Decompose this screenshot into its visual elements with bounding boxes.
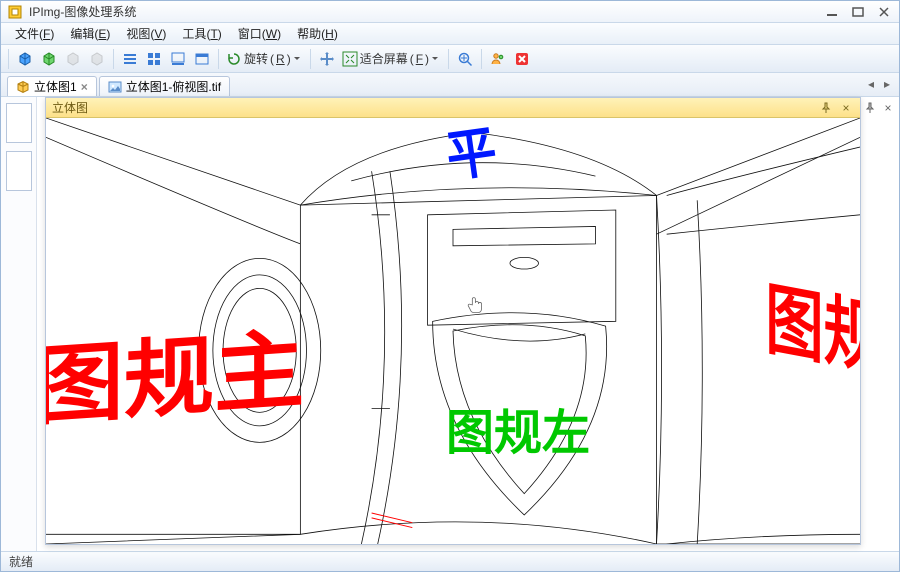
- minimize-button[interactable]: [823, 5, 841, 19]
- menu-help[interactable]: 帮助(H): [289, 23, 346, 44]
- users-icon[interactable]: [487, 48, 509, 70]
- zoom-in-icon[interactable]: [454, 48, 476, 70]
- rotate-dropdown[interactable]: 旋转(R): [224, 50, 305, 67]
- menu-window[interactable]: 窗口(W): [230, 23, 289, 44]
- float-panel-titlebar[interactable]: 立体图 ×: [46, 98, 860, 118]
- tab-nav-arrows: ◂ ▸: [865, 77, 893, 91]
- float-pin-icon[interactable]: [818, 101, 834, 115]
- rotate-icon: [226, 51, 242, 67]
- pin-icon[interactable]: [863, 101, 877, 115]
- cube-disabled-2-icon: [86, 48, 108, 70]
- cube-front-green-icon[interactable]: [38, 48, 60, 70]
- tab-close-icon[interactable]: ×: [81, 80, 88, 94]
- titlebar: IPImg-图像处理系统: [1, 1, 899, 23]
- right-aux-controls: ×: [863, 101, 895, 115]
- menu-tools[interactable]: 工具(T): [174, 23, 229, 44]
- close-aux-icon[interactable]: ×: [881, 101, 895, 115]
- float-panel-body: 图规主 平 图规左 图规右: [46, 118, 860, 544]
- thumbnail[interactable]: [6, 151, 32, 191]
- image-icon: [108, 80, 122, 94]
- menu-view[interactable]: 视图(V): [118, 23, 174, 44]
- tab-label: 立体图1: [34, 78, 77, 95]
- cube-front-blue-icon[interactable]: [14, 48, 36, 70]
- tab-label: 立体图1-俯视图.tif: [126, 78, 221, 95]
- window-title: IPImg-图像处理系统: [29, 3, 823, 20]
- tab-prev-icon[interactable]: ◂: [865, 77, 877, 91]
- cube-icon: [16, 80, 30, 94]
- status-text: 就绪: [9, 553, 33, 570]
- window-buttons: [823, 5, 893, 19]
- view-list-icon[interactable]: [119, 48, 141, 70]
- move-icon[interactable]: [316, 48, 338, 70]
- menubar: 文件(F) 编辑(E) 视图(V) 工具(T) 窗口(W) 帮助(H): [1, 23, 899, 45]
- thumbnail-strip: [1, 97, 37, 551]
- app-icon: [7, 4, 23, 20]
- main-window: IPImg-图像处理系统 文件(F) 编辑(E) 视图(V) 工具(T) 窗口(…: [0, 0, 900, 572]
- 3d-viewport[interactable]: 图规主 平 图规左 图规右: [46, 118, 860, 544]
- view-thumb-icon[interactable]: [167, 48, 189, 70]
- menu-file[interactable]: 文件(F): [7, 23, 62, 44]
- tab-cube[interactable]: 立体图1 ×: [7, 76, 97, 96]
- view-card-icon[interactable]: [191, 48, 213, 70]
- fit-screen-dropdown[interactable]: 适合屏幕(F): [340, 50, 443, 67]
- tab-image[interactable]: 立体图1-俯视图.tif: [99, 76, 230, 96]
- tab-next-icon[interactable]: ▸: [881, 77, 893, 91]
- toolbar: 旋转(R) 适合屏幕(F): [1, 45, 899, 73]
- float-panel-title: 立体图: [52, 99, 814, 116]
- cube-disabled-1-icon: [62, 48, 84, 70]
- menu-edit[interactable]: 编辑(E): [62, 23, 118, 44]
- float-panel: 立体图 ×: [45, 97, 861, 545]
- exit-red-icon[interactable]: [511, 48, 533, 70]
- close-button[interactable]: [875, 5, 893, 19]
- fit-icon: [342, 51, 358, 67]
- document-tabs: 立体图1 × 立体图1-俯视图.tif ◂ ▸: [1, 73, 899, 97]
- client-area: × 立体图 ×: [1, 97, 899, 551]
- statusbar: 就绪: [1, 551, 899, 571]
- maximize-button[interactable]: [849, 5, 867, 19]
- float-close-icon[interactable]: ×: [838, 101, 854, 115]
- thumbnail[interactable]: [6, 103, 32, 143]
- view-grid-icon[interactable]: [143, 48, 165, 70]
